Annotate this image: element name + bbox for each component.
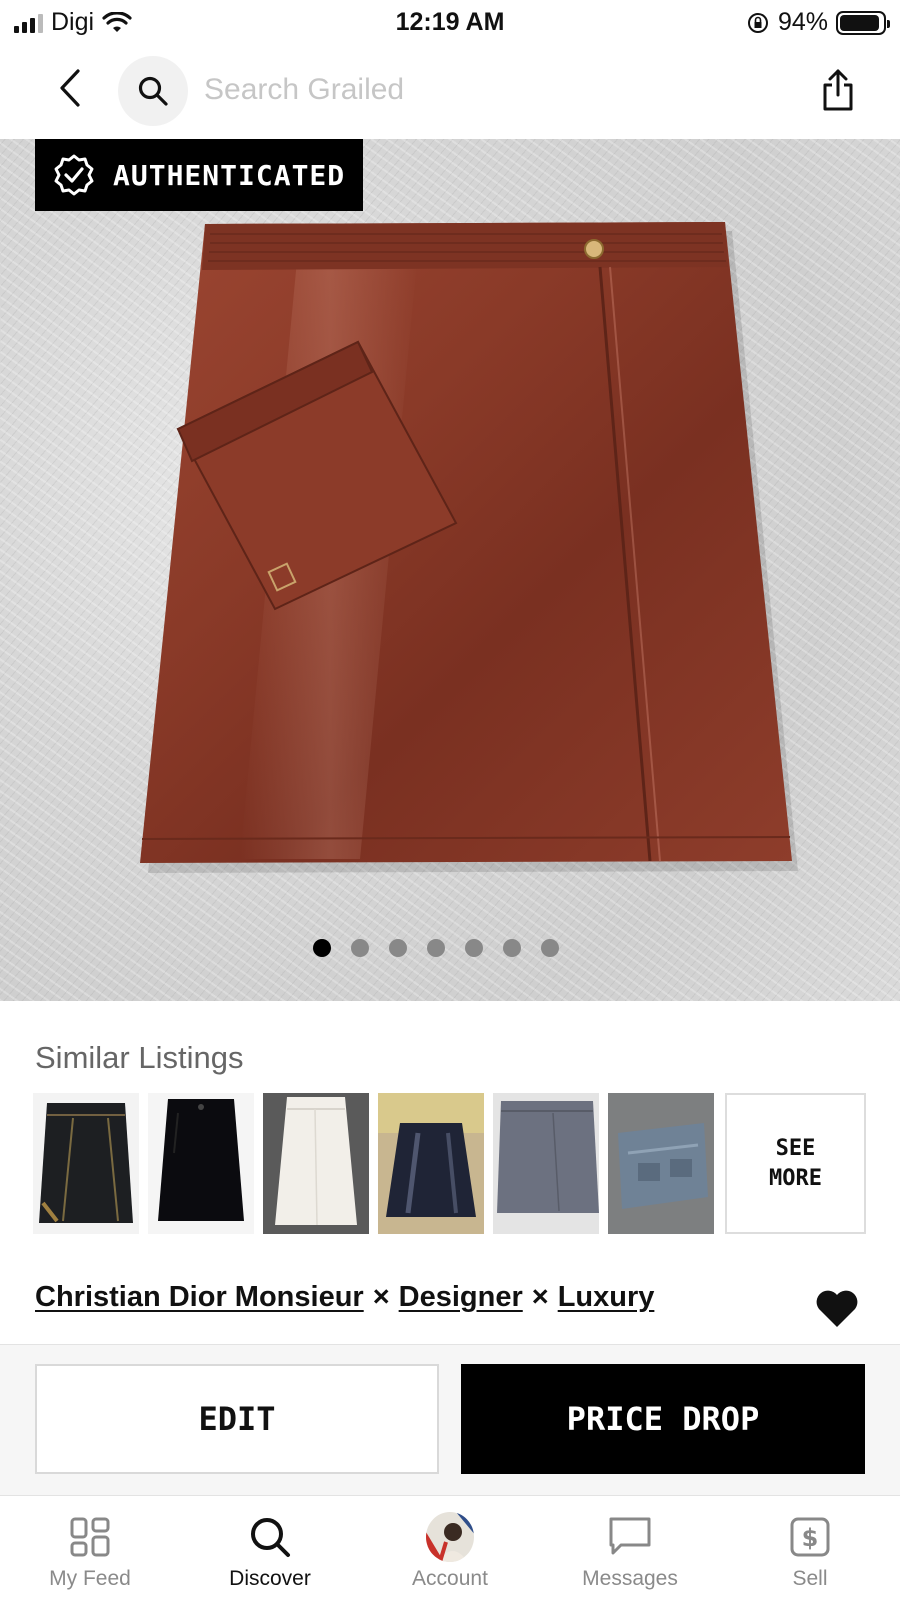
carousel-dot[interactable] — [427, 939, 445, 957]
carousel-dot[interactable] — [541, 939, 559, 957]
see-more-button[interactable]: SEE MORE — [725, 1093, 866, 1234]
carousel-dot[interactable] — [313, 939, 331, 957]
chat-bubble-icon — [609, 1517, 651, 1555]
tab-label: Account — [412, 1567, 488, 1590]
authenticated-label: AUTHENTICATED — [113, 158, 346, 192]
tab-label: Sell — [792, 1567, 828, 1590]
search-button[interactable] — [118, 56, 188, 126]
tab-my-feed[interactable]: My Feed — [0, 1497, 180, 1600]
action-bar: EDIT PRICE DROP — [0, 1344, 900, 1496]
avatar — [426, 1512, 474, 1562]
tab-label: Discover — [229, 1567, 311, 1590]
edit-button[interactable]: EDIT — [35, 1364, 439, 1474]
carousel-dot[interactable] — [465, 939, 483, 957]
orientation-lock-icon — [747, 12, 768, 33]
search-icon — [251, 1518, 290, 1557]
designer-link[interactable]: Christian Dior Monsieur — [35, 1281, 364, 1314]
status-right: 94% — [746, 8, 890, 37]
see-more-label-line2: MORE — [769, 1165, 822, 1191]
carousel-indicator — [0, 939, 886, 957]
tab-account[interactable]: Account — [360, 1497, 540, 1600]
skirt-photo — [140, 222, 798, 873]
designer-separator: × — [531, 1281, 549, 1313]
carousel-dot[interactable] — [503, 939, 521, 957]
similar-listing-thumbnail[interactable] — [608, 1093, 714, 1234]
status-bar: Digi 12:19 AM 94% — [0, 0, 900, 46]
back-button[interactable] — [48, 66, 92, 110]
bottom-tab-bar: My Feed Discover Account Messages $ Sell — [0, 1497, 900, 1600]
similar-listing-thumbnail[interactable] — [493, 1093, 599, 1234]
search-icon — [138, 76, 168, 106]
tab-messages[interactable]: Messages — [540, 1497, 720, 1600]
similar-listing-thumbnail[interactable] — [263, 1093, 369, 1234]
verified-badge-icon — [54, 154, 94, 196]
heart-icon — [816, 1290, 858, 1327]
price-drop-button[interactable]: PRICE DROP — [461, 1364, 865, 1474]
tab-sell[interactable]: $ Sell — [720, 1497, 900, 1600]
designer-link[interactable]: Luxury — [558, 1281, 655, 1314]
svg-text:$: $ — [802, 1524, 819, 1552]
similar-listing-thumbnail[interactable] — [148, 1093, 254, 1234]
similar-listings-row: SEE MORE — [33, 1093, 866, 1234]
authenticated-badge: AUTHENTICATED — [35, 139, 363, 211]
share-button[interactable] — [814, 64, 862, 116]
tab-label: My Feed — [49, 1567, 131, 1590]
favorite-button[interactable] — [814, 1287, 860, 1329]
see-more-label-line1: SEE — [775, 1135, 816, 1161]
carousel-dot[interactable] — [351, 939, 369, 957]
similar-listings-title: Similar Listings — [35, 1040, 244, 1075]
chevron-left-icon — [60, 69, 80, 107]
feed-grid-icon — [70, 1517, 110, 1557]
share-icon — [823, 69, 853, 111]
top-navigation — [0, 52, 900, 132]
battery-icon — [836, 10, 890, 35]
tab-discover[interactable]: Discover — [180, 1497, 360, 1600]
dollar-tag-icon: $ — [790, 1517, 830, 1557]
similar-listing-thumbnail[interactable] — [378, 1093, 484, 1234]
carousel-dot[interactable] — [389, 939, 407, 957]
designer-link[interactable]: Designer — [399, 1281, 523, 1314]
designer-separator: × — [372, 1281, 390, 1313]
designer-links: Christian Dior Monsieur × Designer × Lux… — [35, 1281, 654, 1314]
tab-label: Messages — [582, 1567, 678, 1590]
search-input[interactable] — [204, 68, 764, 112]
product-image-carousel[interactable]: AUTHENTICATED — [0, 139, 900, 1001]
battery-percent: 94% — [777, 8, 828, 36]
similar-listing-thumbnail[interactable] — [33, 1093, 139, 1234]
